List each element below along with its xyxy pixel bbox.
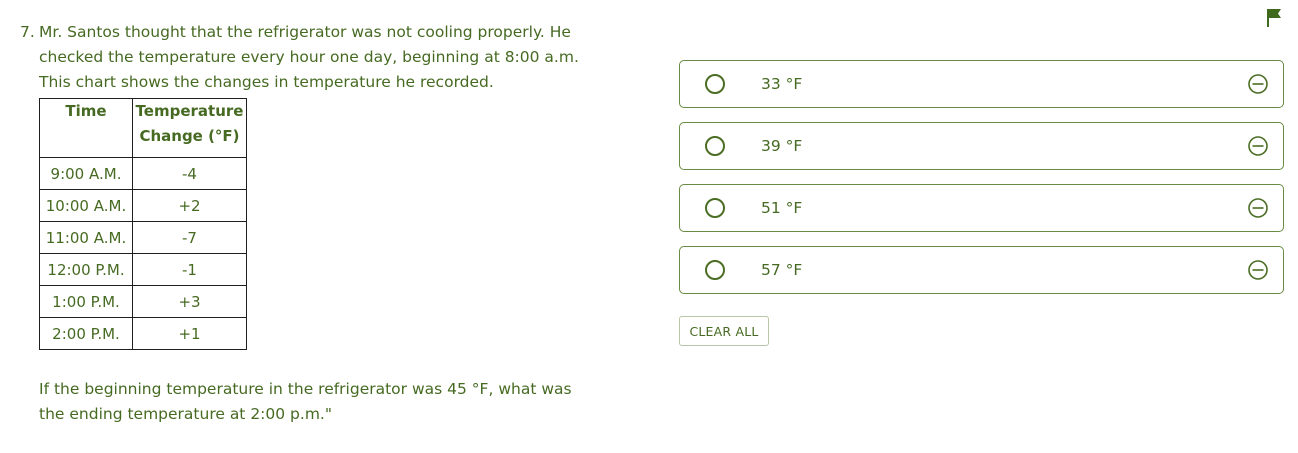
table-row: 9:00 A.M. -4	[39, 157, 247, 190]
table-cell-time: 2:00 P.M.	[39, 317, 133, 350]
table-cell-time: 12:00 P.M.	[39, 253, 133, 286]
table-cell-change: -1	[132, 253, 247, 286]
minus-circle-icon[interactable]	[1247, 197, 1269, 219]
table-row: 10:00 A.M. +2	[39, 189, 247, 222]
answer-choice-label: 39 °F	[761, 137, 803, 155]
answer-choice-b[interactable]: 39 °F	[679, 122, 1284, 170]
answer-choice-d[interactable]: 57 °F	[679, 246, 1284, 294]
radio-circle-icon[interactable]	[705, 74, 725, 94]
clear-all-button[interactable]: CLEAR ALL	[679, 316, 769, 346]
question-number: 7.	[20, 23, 35, 41]
question-panel: 7. Mr. Santos thought that the refrigera…	[20, 20, 620, 427]
question-intro: Mr. Santos thought that the refrigerator…	[39, 23, 579, 91]
minus-circle-icon[interactable]	[1247, 135, 1269, 157]
answer-choice-a[interactable]: 33 °F	[679, 60, 1284, 108]
answer-choice-label: 57 °F	[761, 261, 803, 279]
table-header-time: Time	[39, 98, 133, 158]
radio-circle-icon[interactable]	[705, 260, 725, 280]
table-row: 11:00 A.M. -7	[39, 221, 247, 254]
table-header-temperature-change: Temperature Change (°F)	[132, 98, 247, 158]
table-cell-change: +2	[132, 189, 247, 222]
radio-circle-icon[interactable]	[705, 198, 725, 218]
table-cell-change: -4	[132, 157, 247, 190]
minus-circle-icon[interactable]	[1247, 73, 1269, 95]
temperature-table: Time Temperature Change (°F) 9:00 A.M. -…	[39, 98, 247, 350]
flag-icon[interactable]	[1266, 8, 1282, 28]
radio-circle-icon[interactable]	[705, 136, 725, 156]
answer-choice-label: 33 °F	[761, 75, 803, 93]
question-followup: If the beginning temperature in the refr…	[39, 380, 572, 423]
table-cell-change: +1	[132, 317, 247, 350]
table-row: 1:00 P.M. +3	[39, 285, 247, 318]
table-cell-time: 1:00 P.M.	[39, 285, 133, 318]
table-cell-time: 9:00 A.M.	[39, 157, 133, 190]
answer-choice-label: 51 °F	[761, 199, 803, 217]
table-cell-time: 10:00 A.M.	[39, 189, 133, 222]
table-row: 12:00 P.M. -1	[39, 253, 247, 286]
minus-circle-icon[interactable]	[1247, 259, 1269, 281]
table-cell-time: 11:00 A.M.	[39, 221, 133, 254]
answer-choice-c[interactable]: 51 °F	[679, 184, 1284, 232]
table-row: 2:00 P.M. +1	[39, 317, 247, 350]
table-cell-change: -7	[132, 221, 247, 254]
table-cell-change: +3	[132, 285, 247, 318]
